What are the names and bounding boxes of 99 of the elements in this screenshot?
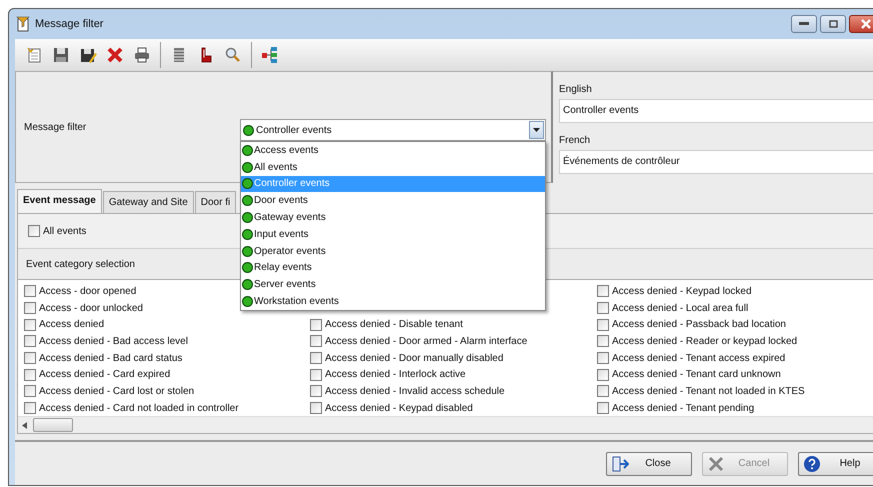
status-ball-icon [242, 279, 253, 290]
scroll-left-icon[interactable] [22, 422, 27, 428]
status-ball-icon [242, 195, 253, 206]
dropdown-option[interactable]: Input events [241, 226, 545, 243]
print-icon[interactable] [133, 46, 151, 64]
dropdown-option[interactable]: All events [241, 158, 545, 176]
checkbox-label: Access denied - Door manually disabled [325, 352, 504, 364]
checkbox[interactable] [310, 385, 322, 398]
checkbox[interactable] [24, 318, 36, 331]
checkbox[interactable] [24, 302, 36, 314]
tab[interactable]: Event message [17, 189, 102, 213]
checkbox[interactable] [597, 335, 609, 348]
dropdown-option[interactable]: Relay events [241, 260, 545, 276]
status-ball-icon [242, 178, 253, 190]
checkbox-label: Access - door unlocked [39, 302, 143, 314]
status-ball-icon [242, 162, 253, 173]
dropdown-option[interactable]: Door events [241, 192, 545, 210]
checkbox-label: Access denied - Tenant card unknown [612, 369, 781, 380]
language-label: French [559, 135, 592, 146]
status-ball-icon [242, 296, 253, 308]
maximize-button[interactable] [820, 15, 846, 33]
checkbox[interactable] [24, 335, 36, 348]
checkbox-label: Access denied - Keypad disabled [325, 402, 473, 414]
checkbox-label: Access denied [39, 319, 104, 330]
checkbox[interactable] [597, 402, 609, 414]
checkbox[interactable] [24, 285, 36, 298]
checkbox-label: Access denied - Invalid access schedule [325, 386, 505, 397]
dropdown-option[interactable]: Server events [241, 276, 545, 294]
checkbox[interactable] [597, 302, 609, 314]
checkbox-label: Access denied - Reader or keypad locked [612, 336, 798, 347]
cancel-icon [707, 454, 725, 472]
maximize-icon [828, 20, 838, 28]
checkbox[interactable] [24, 402, 36, 414]
checkbox[interactable] [597, 368, 609, 381]
checkbox-label: Access denied - Keypad locked [612, 286, 752, 297]
language-label: English [559, 84, 593, 95]
checkbox[interactable] [310, 335, 322, 348]
dropdown-option[interactable]: Access events [241, 142, 545, 159]
checkbox-label: Access denied - Card not loaded in controller [39, 402, 239, 414]
checkbox[interactable] [24, 368, 36, 381]
checkbox[interactable] [310, 368, 322, 381]
checkbox[interactable] [597, 352, 609, 364]
checkbox[interactable] [24, 385, 36, 398]
checkbox-label: Access denied - Tenant pending [612, 402, 754, 414]
checkbox[interactable] [597, 385, 609, 398]
minimize-icon [799, 22, 809, 26]
network-tree-icon[interactable] [261, 46, 279, 64]
scroll-thumb[interactable] [33, 418, 73, 432]
close-button[interactable] [849, 15, 873, 33]
help-icon [803, 454, 821, 472]
checkbox-label: All events [43, 226, 86, 236]
checkbox-label: Access denied - Interlock active [325, 369, 466, 380]
checkbox-label: Access denied - Disable tenant [325, 319, 463, 330]
section-title: Event category selection [26, 258, 135, 270]
status-ball-icon [242, 228, 253, 240]
minimize-button[interactable] [791, 15, 817, 33]
dropdown-option[interactable]: Workstation events [241, 293, 545, 310]
checkbox-label: Access denied - Card lost or stolen [39, 386, 194, 397]
status-ball-icon [242, 144, 253, 156]
horizontal-scrollbar[interactable] [18, 416, 873, 433]
checkbox-label: Access - door opened [39, 286, 136, 297]
window-title: Message filter [35, 18, 104, 30]
checkbox[interactable] [597, 318, 609, 331]
close-button[interactable]: Close [606, 452, 692, 476]
tab[interactable]: Door fi [194, 191, 236, 213]
delete-icon[interactable] [106, 46, 124, 64]
checkbox-label: Access denied - Door armed - Alarm interface [325, 336, 528, 347]
message-filter-dropdown[interactable]: Controller events [240, 119, 546, 141]
save-as-icon[interactable] [79, 46, 97, 64]
translation-field[interactable]: Événements de contrôleur [559, 150, 873, 174]
status-ball-icon [242, 246, 253, 257]
status-ball-icon [242, 262, 253, 274]
checkbox[interactable] [28, 225, 40, 237]
checkbox-label: Access denied - Card expired [39, 369, 170, 380]
new-document-icon[interactable] [25, 46, 43, 64]
field-label: Message filter [24, 122, 88, 132]
checkbox[interactable] [310, 352, 322, 364]
checkbox[interactable] [310, 402, 322, 414]
checkbox-label: Access denied - Tenant access expired [612, 352, 786, 364]
save-icon[interactable] [52, 46, 70, 64]
filter-icon [15, 16, 31, 32]
checkbox-label: Access denied - Tenant not loaded in KTES [612, 386, 805, 397]
status-ball-icon [242, 212, 253, 224]
help-button[interactable]: Help [798, 452, 873, 476]
tab[interactable]: Gateway and Site [102, 191, 194, 213]
search-icon[interactable] [224, 46, 242, 64]
door-exit-icon [611, 454, 629, 472]
checkbox-label: Access denied - Passback bad location [612, 319, 786, 330]
translation-field[interactable]: Controller events [559, 99, 873, 123]
checkbox[interactable] [24, 352, 36, 364]
dropdown-option[interactable]: Gateway events [241, 209, 545, 226]
dropdown-option[interactable]: Operator events [241, 242, 545, 260]
checkbox-label: Access denied - Bad card status [39, 352, 182, 364]
checkbox[interactable] [597, 285, 609, 298]
status-ball-icon [243, 124, 254, 136]
close-icon [861, 19, 871, 29]
checkbox-label: Access denied - Local area full [612, 302, 748, 314]
checkbox-label: Access denied - Bad access level [39, 336, 188, 347]
checkbox[interactable] [310, 318, 322, 331]
